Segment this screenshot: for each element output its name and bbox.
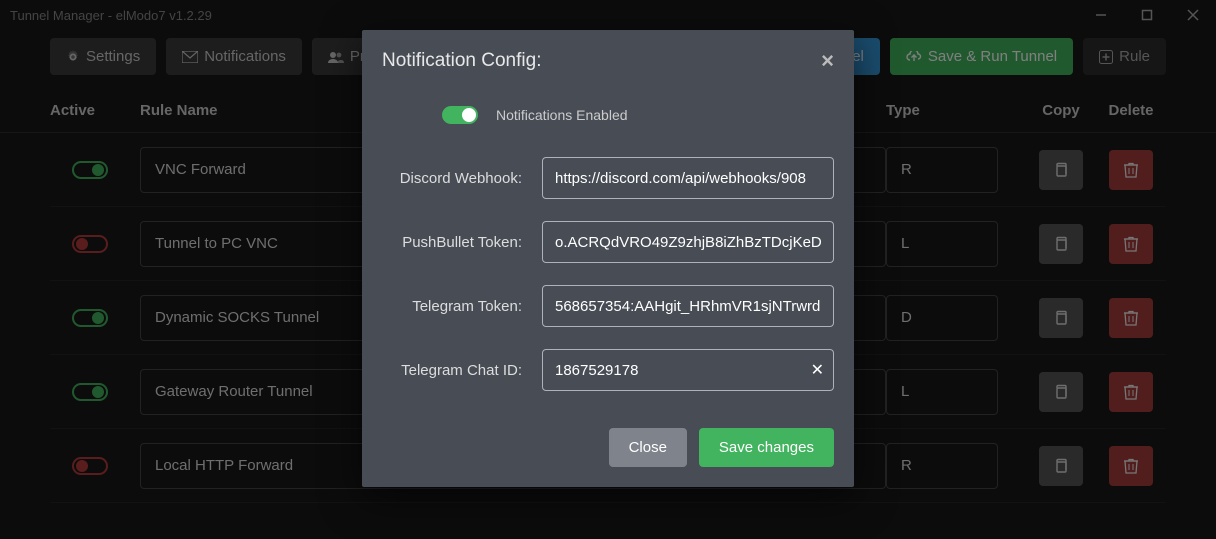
telegram-token-label: Telegram Token: bbox=[382, 298, 542, 315]
notifications-enabled-switch[interactable] bbox=[442, 106, 478, 124]
discord-webhook-input[interactable] bbox=[542, 157, 834, 199]
discord-webhook-label: Discord Webhook: bbox=[382, 170, 542, 187]
notifications-enabled-label: Notifications Enabled bbox=[496, 107, 628, 123]
notification-config-modal: Notification Config: × Notifications Ena… bbox=[362, 30, 854, 487]
modal-save-button[interactable]: Save changes bbox=[699, 428, 834, 467]
modal-title: Notification Config: bbox=[382, 50, 821, 72]
telegram-token-input[interactable] bbox=[542, 285, 834, 327]
pushbullet-token-input[interactable] bbox=[542, 221, 834, 263]
pushbullet-token-label: PushBullet Token: bbox=[382, 234, 542, 251]
clear-input-icon[interactable]: ✕ bbox=[811, 360, 824, 380]
modal-close-button[interactable]: Close bbox=[609, 428, 687, 467]
telegram-chat-id-label: Telegram Chat ID: bbox=[382, 362, 542, 379]
telegram-chat-id-input[interactable] bbox=[542, 349, 834, 391]
modal-close-icon[interactable]: × bbox=[821, 48, 834, 74]
